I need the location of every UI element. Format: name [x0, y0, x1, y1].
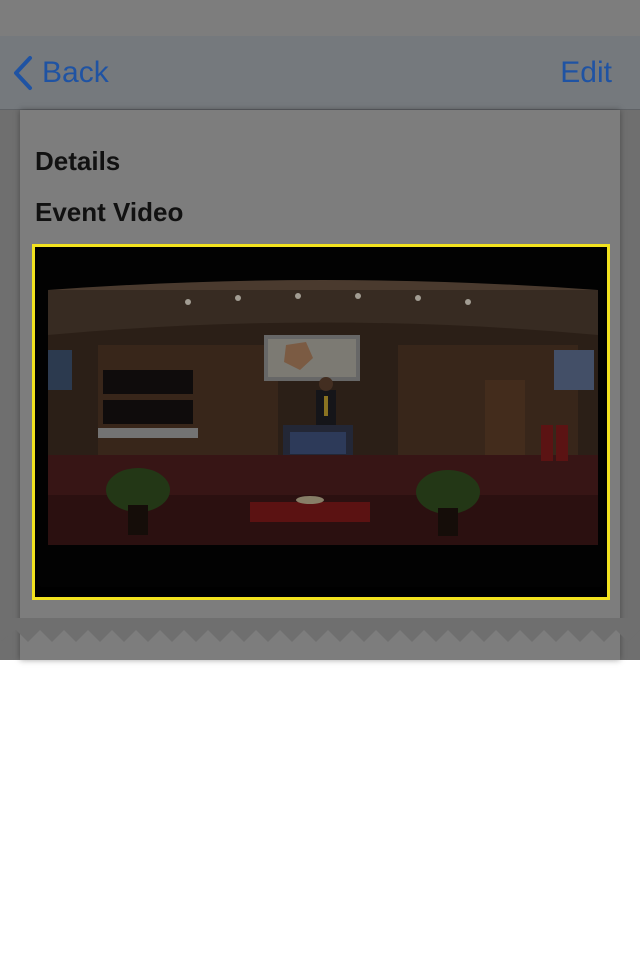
edit-button-label: Edit [560, 55, 612, 89]
back-button-label: Back [42, 55, 109, 89]
chevron-left-icon [14, 55, 32, 90]
navigation-bar: Back Edit [0, 36, 640, 110]
torn-edge [0, 618, 640, 642]
event-video-player[interactable] [32, 244, 610, 600]
back-button[interactable]: Back [12, 36, 109, 109]
edit-button[interactable]: Edit [560, 36, 612, 109]
app-screen: Back Edit Details Event Video [0, 0, 640, 660]
details-heading: Details [35, 146, 121, 176]
status-bar [0, 0, 640, 36]
event-video-heading: Event Video [35, 197, 184, 227]
video-thumbnail [38, 250, 604, 587]
